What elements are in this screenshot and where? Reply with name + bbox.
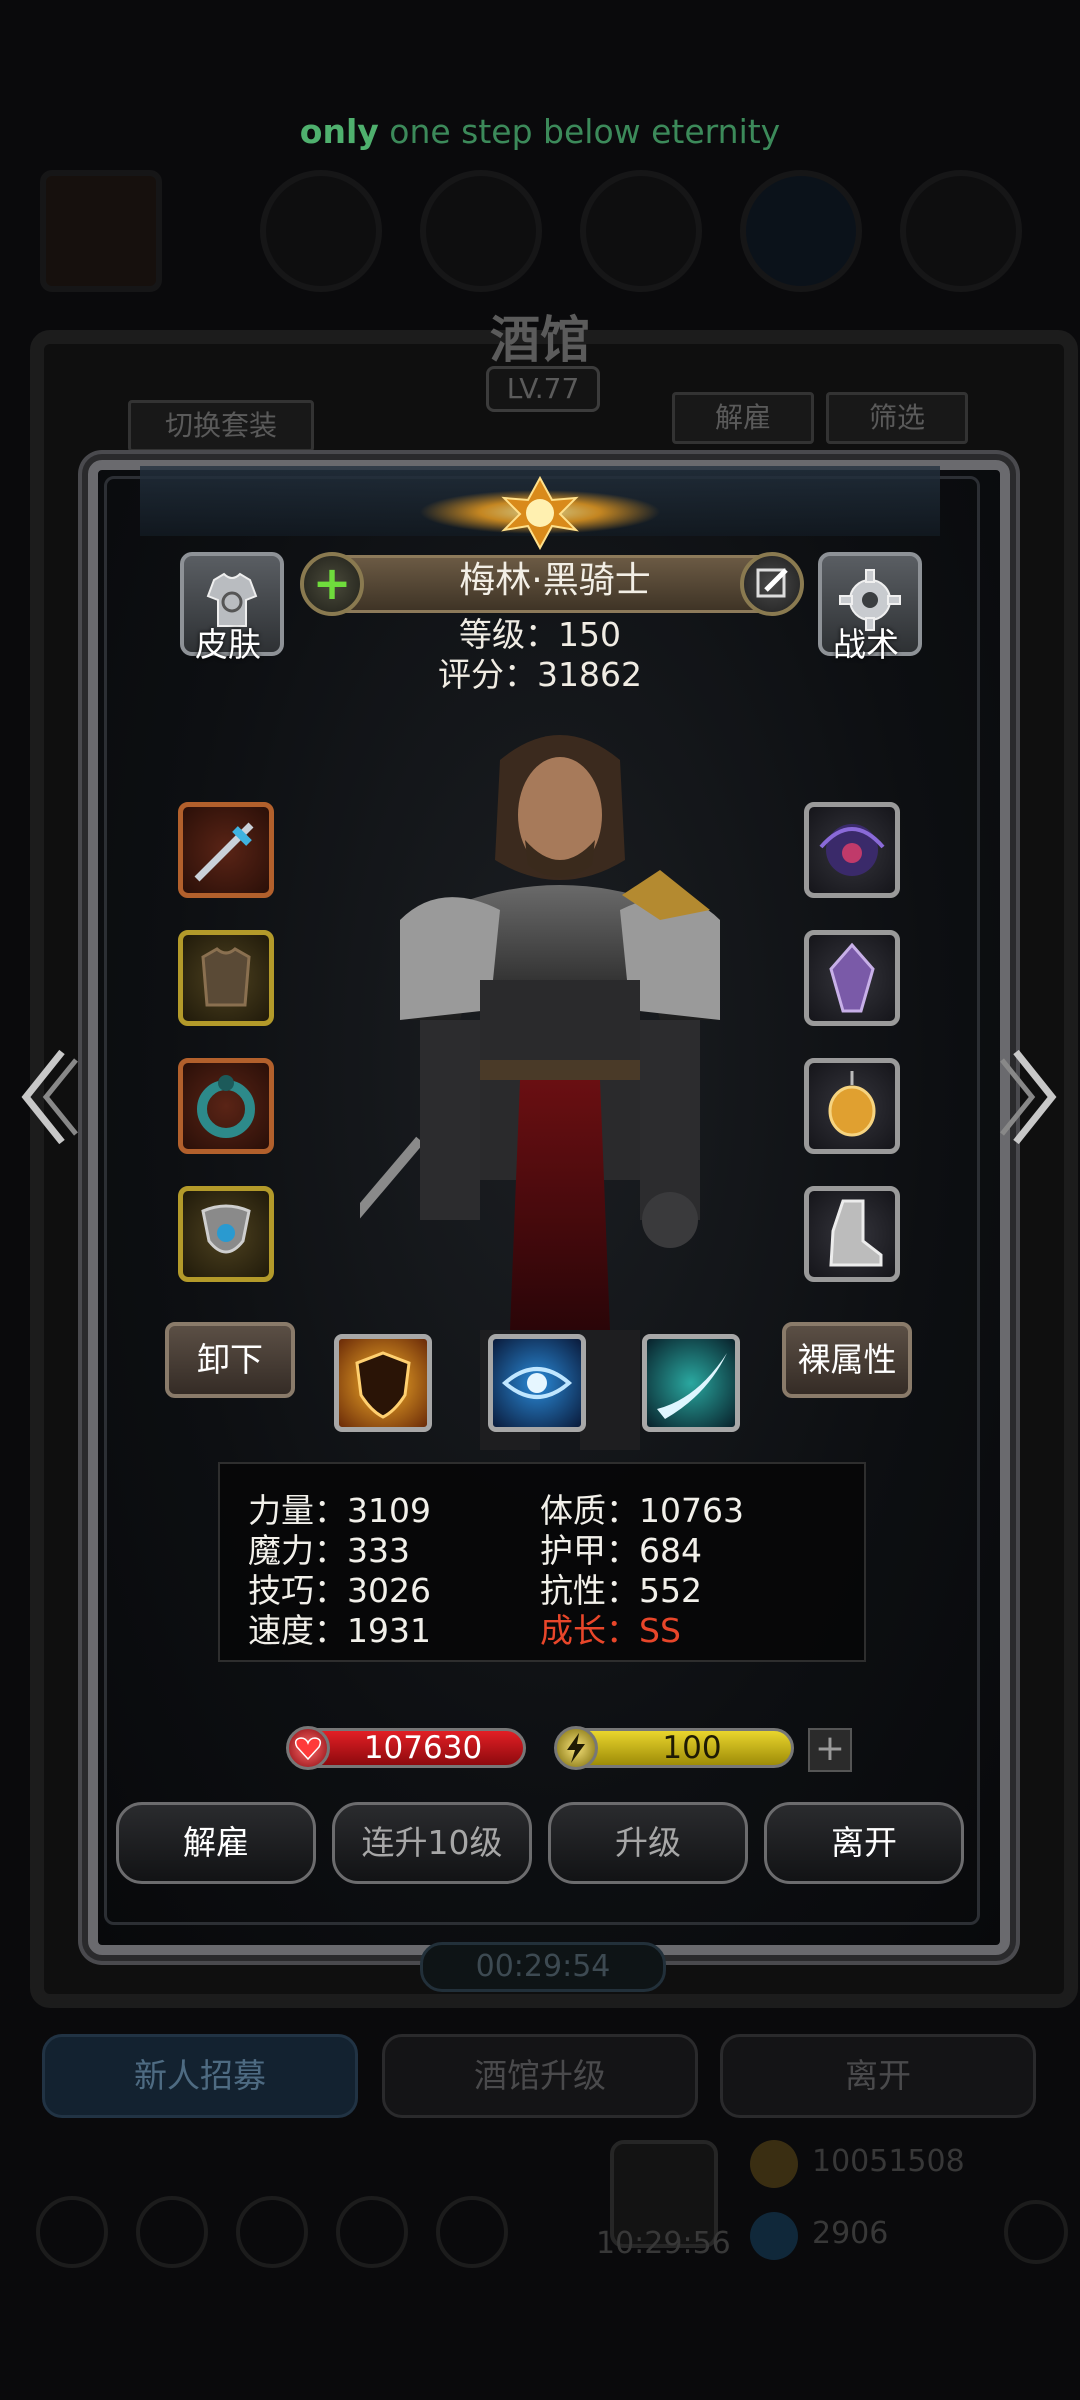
base-attributes-button[interactable]: 裸属性 [782, 1322, 912, 1398]
skill-slot-3[interactable] [642, 1334, 740, 1432]
bottom-nav-icon-3[interactable] [236, 2196, 308, 2268]
pencil-icon [756, 568, 788, 598]
sword-icon [194, 822, 254, 882]
unequip-button[interactable]: 卸下 [165, 1322, 295, 1398]
bg-dismiss-button[interactable]: 解雇 [672, 392, 814, 444]
eye-icon [501, 1367, 573, 1399]
lantern-icon [828, 1071, 876, 1137]
gem-icon [750, 2212, 798, 2260]
leave-button[interactable]: 离开 [764, 1802, 964, 1884]
armor-icon [201, 947, 251, 1007]
crystal-slot[interactable] [804, 930, 900, 1026]
recruit-button[interactable]: 新人招募 [42, 2034, 358, 2118]
caption-rest: one step below eternity [378, 112, 781, 151]
tactics-label[interactable]: 战术 [801, 618, 931, 666]
tavern-level: LV.77 [486, 366, 600, 412]
bg-leave-button[interactable]: 离开 [720, 2034, 1036, 2118]
plus-icon: + [312, 556, 352, 610]
bottom-nav-icon-4[interactable] [336, 2196, 408, 2268]
skill-slot-1[interactable] [334, 1334, 432, 1432]
weapon-slot[interactable] [178, 802, 274, 898]
crystal-icon [829, 942, 875, 1013]
previous-arrow-icon[interactable] [18, 1042, 78, 1152]
ring-icon [197, 1075, 255, 1138]
bottom-nav-icon-5[interactable] [436, 2196, 508, 2268]
tavern-upgrade-button[interactable]: 酒馆升级 [382, 2034, 698, 2118]
next-arrow-icon[interactable] [1000, 1042, 1060, 1152]
hero-name: 梅林·黑骑士 [459, 560, 651, 601]
lantern-slot[interactable] [804, 1058, 900, 1154]
fire-shield-icon [355, 1351, 411, 1419]
boot-icon [829, 1199, 883, 1267]
gem-amount: 2906 [812, 2216, 889, 2251]
recruit-timer: 00:29:54 [420, 1942, 666, 1992]
skin-label[interactable]: 皮肤 [163, 618, 293, 666]
skill-slot-2[interactable] [488, 1334, 586, 1432]
bottom-nav-icon-1[interactable] [36, 2196, 108, 2268]
slash-icon [657, 1353, 727, 1419]
switch-outfit-button[interactable]: 切换套装 [128, 400, 314, 452]
background-top-icons [40, 160, 1040, 292]
gold-coin-icon [750, 2140, 798, 2188]
tavern-title: 酒馆 [490, 310, 590, 369]
level-up-10-button[interactable]: 连升10级 [332, 1802, 532, 1884]
orb-slot[interactable] [804, 802, 900, 898]
gift-timer: 10:29:56 [596, 2226, 731, 2261]
add-button[interactable]: + [300, 552, 364, 616]
dark-orb-icon [819, 824, 885, 876]
sun-emblem-icon [420, 475, 660, 550]
attr-speed: 速度：1931 [248, 1611, 431, 1650]
energy-value: 100 [662, 1730, 722, 1766]
armor-slot[interactable] [178, 930, 274, 1026]
amulet-icon [201, 1204, 251, 1254]
caption: only one step below eternity [0, 112, 1080, 151]
bottom-nav-icon-6[interactable] [1004, 2200, 1068, 2264]
ring-slot[interactable] [178, 1058, 274, 1154]
bg-filter-button[interactable]: 筛选 [826, 392, 968, 444]
boot-slot[interactable] [804, 1186, 900, 1282]
rename-button[interactable] [740, 552, 804, 616]
level-up-button[interactable]: 升级 [548, 1802, 748, 1884]
bottom-nav-icon-2[interactable] [136, 2196, 208, 2268]
gold-amount: 10051508 [812, 2144, 965, 2179]
add-energy-button[interactable]: + [808, 1728, 852, 1772]
hp-value: 107630 [363, 1730, 483, 1766]
caption-first: only [299, 112, 379, 151]
amulet-slot[interactable] [178, 1186, 274, 1282]
dismiss-button[interactable]: 解雇 [116, 1802, 316, 1884]
attr-growth: 成长：SS [540, 1611, 681, 1650]
